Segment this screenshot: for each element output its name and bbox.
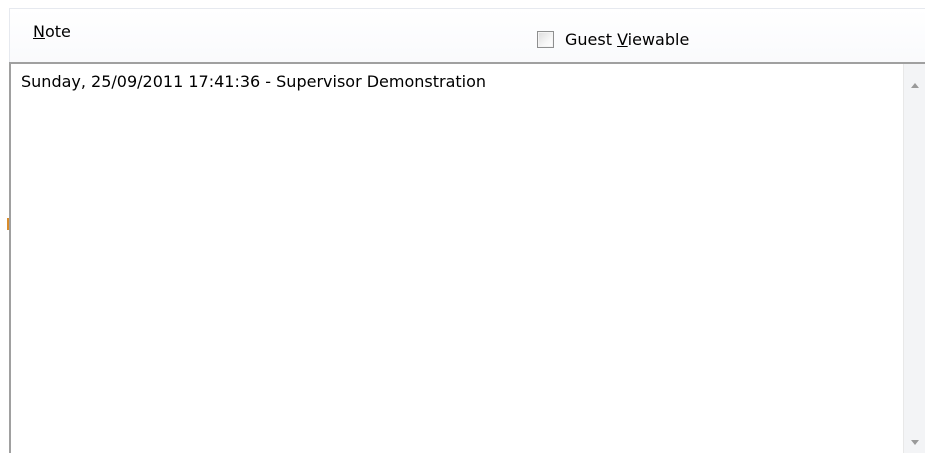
scroll-up-icon [910,82,919,88]
scroll-down-button[interactable] [904,431,925,453]
note-label: Note [33,22,71,41]
note-panel: Note Guest Viewable Sunday, 25/09/2011 1… [0,0,925,453]
note-textarea[interactable]: Sunday, 25/09/2011 17:41:36 - Supervisor… [9,62,925,453]
guest-viewable-label-after: iewable [627,29,690,49]
guest-viewable-label-before: Guest [565,29,618,49]
scroll-up-button[interactable] [904,74,925,96]
note-label-rest: ote [44,22,71,41]
guest-viewable-checkbox[interactable] [537,30,554,48]
scroll-down-icon [910,439,919,445]
guest-viewable-option[interactable]: Guest Viewable [537,29,689,49]
note-header-strip [9,8,925,64]
note-label-mnemonic: N [33,22,45,41]
vertical-scrollbar[interactable] [903,64,925,453]
note-text-content[interactable]: Sunday, 25/09/2011 17:41:36 - Supervisor… [21,72,486,92]
guest-viewable-label[interactable]: Guest Viewable [565,30,689,49]
guest-viewable-label-mnemonic: V [617,29,628,49]
